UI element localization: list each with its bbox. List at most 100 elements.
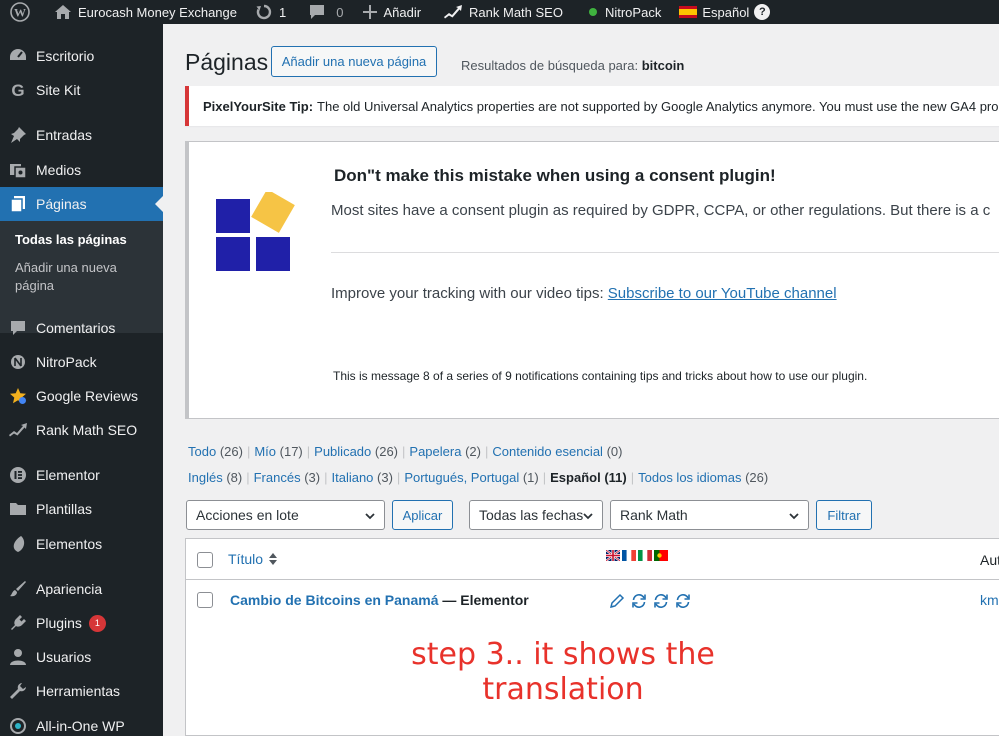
table-row-title: Cambio de Bitcoins en Panamá — Elementor (230, 592, 529, 608)
comment-bubble-icon (310, 5, 325, 19)
filter-contenido-esencial[interactable]: Contenido esencial (0) (492, 444, 622, 459)
sidebar-item-entradas[interactable]: Entradas (0, 118, 163, 152)
sidebar-item-herramientas[interactable]: Herramientas (0, 674, 163, 708)
add-new-page-button[interactable]: Añadir una nueva página (271, 46, 437, 77)
nitropack-label: NitroPack (604, 4, 662, 20)
sidebar-item-label: Elementor (36, 467, 100, 483)
rankmath-icon (0, 423, 36, 437)
filter-todo[interactable]: Todo (26) (188, 444, 243, 459)
comment-icon (0, 319, 36, 337)
sidebar-item-plantillas[interactable]: Plantillas (0, 492, 163, 526)
rank-math-select[interactable]: Rank Math (610, 500, 809, 530)
sidebar-item-comentarios[interactable]: Comentarios (0, 311, 163, 345)
sidebar-item-paginas[interactable]: Páginas (0, 187, 163, 221)
updates-menu[interactable]: 1 (245, 0, 294, 24)
language-flags (606, 550, 668, 561)
portugal-flag-icon[interactable] (654, 550, 668, 561)
home-icon (55, 5, 71, 19)
filter-italiano[interactable]: Italiano (3) (331, 470, 392, 485)
site-name-menu[interactable]: Eurocash Money Exchange (40, 0, 245, 24)
wordpress-logo-menu[interactable]: W (0, 0, 40, 24)
sidebar-item-label: Plantillas (36, 501, 93, 517)
dashboard-icon (0, 47, 36, 65)
sidebar-item-nitropack[interactable]: NitroPack (0, 345, 163, 379)
bulk-actions-select[interactable]: Acciones en lote (186, 500, 385, 530)
sidebar-item-usuarios[interactable]: Usuarios (0, 640, 163, 674)
filter-ingles[interactable]: Inglés (8) (188, 470, 242, 485)
author-column-header[interactable]: Aut (980, 552, 999, 568)
user-icon (0, 648, 36, 666)
filter-papelera[interactable]: Papelera (2) (409, 444, 481, 459)
title-column-header[interactable]: Título (228, 551, 278, 567)
filter-publicado[interactable]: Publicado (26) (314, 444, 398, 459)
sidebar-item-medios[interactable]: Medios (0, 153, 163, 187)
comments-menu[interactable]: 0 (294, 0, 351, 24)
filter-label: Papelera (409, 444, 462, 459)
sidebar-item-site-kit[interactable]: G Site Kit (0, 73, 163, 107)
plugins-update-badge: 1 (88, 614, 106, 632)
sidebar-item-plugins[interactable]: Plugins 1 (0, 606, 163, 640)
sidebar-item-all-in-one-wp[interactable]: All-in-One WP (0, 709, 163, 736)
sidebar-item-elementos[interactable]: Elementos (0, 527, 163, 561)
notice-series-text: This is message 8 of a series of 9 notif… (333, 369, 868, 383)
sync-translation-icon[interactable] (674, 592, 692, 610)
sidebar-item-elementor[interactable]: Elementor (0, 458, 163, 492)
sidebar-item-apariencia[interactable]: Apariencia (0, 572, 163, 606)
sidebar-item-label: Páginas (36, 196, 87, 212)
filter-count: (3) (304, 470, 321, 485)
notice-text: Most sites have a consent plugin as requ… (331, 202, 991, 219)
sidebar-item-label: NitroPack (36, 354, 97, 370)
updates-count: 1 (278, 4, 287, 20)
filter-label: Publicado (314, 444, 372, 459)
sidebar-item-rank-math[interactable]: Rank Math SEO (0, 413, 163, 447)
rank-math-menu[interactable]: Rank Math SEO (429, 0, 571, 24)
submenu-add-new-page[interactable]: Añadir una nueva página (15, 259, 155, 295)
submenu-all-pages[interactable]: Todas las páginas (15, 231, 155, 249)
filter-label: Español (550, 470, 601, 485)
language-label: Español (702, 4, 750, 20)
plugin-icon (0, 614, 36, 632)
nitropack-menu[interactable]: NitroPack (571, 0, 669, 24)
main-content: Páginas Añadir una nueva página Resultad… (163, 24, 999, 736)
aio-icon (0, 717, 36, 735)
apply-button[interactable]: Aplicar (392, 500, 453, 530)
filter-button[interactable]: Filtrar (816, 500, 872, 530)
page-icon (0, 195, 36, 213)
page-title-link[interactable]: Cambio de Bitcoins en Panamá (230, 592, 439, 608)
filter-mio[interactable]: Mío (17) (254, 444, 302, 459)
dates-select[interactable]: Todas las fechas (469, 500, 603, 530)
filter-label: Inglés (188, 470, 223, 485)
uk-flag-icon[interactable] (606, 550, 620, 561)
row-checkbox[interactable] (197, 592, 213, 608)
sidebar-item-label: Usuarios (36, 649, 92, 665)
filter-todos-los-idiomas[interactable]: Todos los idiomas (26) (638, 470, 768, 485)
youtube-channel-link[interactable]: Subscribe to our YouTube channel (608, 285, 837, 302)
svg-text:W: W (14, 6, 26, 20)
help-icon[interactable]: ? (754, 4, 771, 20)
spain-flag-icon (679, 6, 698, 18)
media-icon (0, 161, 36, 179)
sync-translation-icon[interactable] (630, 592, 648, 610)
pencil-edit-icon[interactable] (608, 592, 626, 610)
filter-espanol-current[interactable]: Español (11) (550, 470, 627, 485)
sidebar-item-google-reviews[interactable]: Google Reviews (0, 379, 163, 413)
sync-translation-icon[interactable] (652, 592, 670, 610)
row-author[interactable]: km (980, 592, 999, 608)
notice-video-tips: Improve your tracking with our video tip… (331, 285, 837, 302)
filter-portugues[interactable]: Portugués, Portugal (1) (404, 470, 538, 485)
elements-icon (0, 535, 36, 553)
star-icon (0, 387, 36, 405)
pin-icon (0, 126, 36, 144)
chevron-down-icon (789, 513, 799, 520)
pixelyoursite-tip-notice: PixelYourSite Tip: The old Universal Ana… (185, 86, 999, 126)
admin-sidebar: Escritorio G Site Kit Entradas Medios Pá… (0, 24, 163, 736)
sidebar-item-escritorio[interactable]: Escritorio (0, 39, 163, 73)
france-flag-icon[interactable] (622, 550, 636, 561)
language-menu[interactable]: Español ? (669, 0, 778, 24)
filter-frances[interactable]: Francés (3) (254, 470, 320, 485)
comments-count: 0 (336, 4, 344, 20)
italy-flag-icon[interactable] (638, 550, 652, 561)
add-new-menu[interactable]: Añadir (351, 0, 429, 24)
select-all-checkbox[interactable] (197, 552, 213, 568)
filter-label: Portugués, Portugal (404, 470, 520, 485)
